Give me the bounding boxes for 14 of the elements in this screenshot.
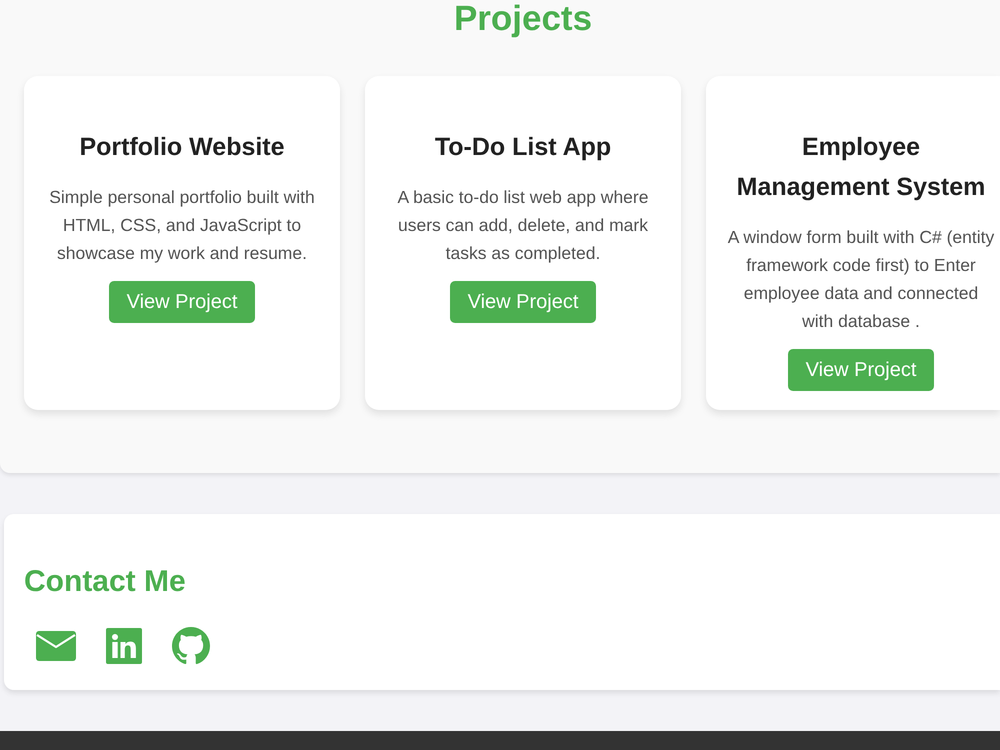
card-description: Simple personal portfolio built with HTML, CSS, and JavaScript to showcase my work and resume. [48,186,316,265]
view-project-button[interactable]: View Project [450,281,596,323]
envelope-icon[interactable] [36,631,76,661]
card-description: A window form built with C# (entity framework code first) to Enter employee data and connected with database . [726,226,996,333]
card-title: To-Do List App [434,132,612,163]
card-description: A basic to-do list web app where users can add, delete, and mark tasks as completed. [396,186,650,265]
section-heading: Projects [454,0,592,38]
linkedin-icon[interactable] [106,628,142,664]
contact-heading: Contact Me [24,565,186,599]
view-project-button[interactable]: View Project [788,349,934,391]
card-title: Employee Management System [736,132,986,203]
card-title: Portfolio Website [79,132,285,163]
github-icon[interactable] [172,627,210,665]
view-project-button[interactable]: View Project [108,281,256,323]
